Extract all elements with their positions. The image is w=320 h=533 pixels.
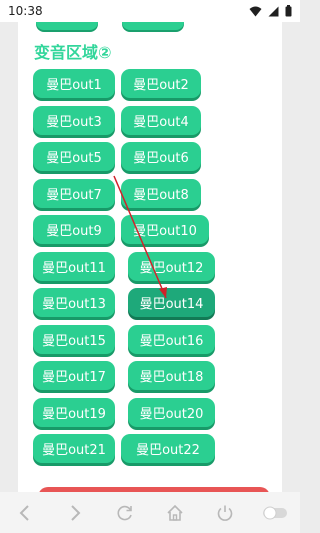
power-icon — [217, 505, 233, 521]
sound-button[interactable]: 曼巴out16 — [128, 325, 215, 354]
sound-button[interactable]: 曼巴out10 — [121, 215, 209, 244]
partial-button[interactable] — [122, 22, 184, 30]
sound-button[interactable]: 曼巴out9 — [33, 215, 115, 244]
sound-button[interactable]: 曼巴out11 — [33, 252, 115, 281]
back-icon — [19, 504, 29, 521]
sound-button[interactable]: 曼巴out19 — [33, 398, 115, 427]
bottom-nav-bar — [0, 492, 300, 533]
sound-button[interactable]: 曼巴out21 — [33, 434, 115, 463]
refresh-button[interactable] — [110, 498, 140, 528]
main-content: 变音区域② 曼巴out1 曼巴out2 曼巴out3 曼巴out4 曼巴out5 曼巴ou… — [18, 22, 282, 492]
status-icons — [249, 5, 292, 17]
forward-icon — [71, 504, 81, 521]
sound-button[interactable]: 曼巴out20 — [128, 398, 215, 427]
sound-button[interactable]: 曼巴out8 — [121, 179, 201, 208]
toggle-icon — [263, 506, 287, 519]
previous-button-row-partial — [36, 22, 184, 30]
sound-button[interactable]: 曼巴out4 — [121, 106, 201, 135]
sound-button[interactable]: 曼巴out2 — [121, 69, 201, 98]
home-button[interactable] — [160, 498, 190, 528]
status-bar: 10:38 — [0, 0, 300, 22]
sound-button[interactable]: 曼巴out14 — [128, 288, 215, 317]
forward-button[interactable] — [60, 498, 90, 528]
partial-button[interactable] — [36, 22, 98, 30]
home-icon — [167, 504, 183, 521]
power-button[interactable] — [210, 498, 240, 528]
sound-button[interactable]: 曼巴out18 — [128, 361, 215, 390]
wifi-icon — [249, 6, 262, 17]
sound-button[interactable]: 曼巴out5 — [33, 142, 115, 171]
sound-button[interactable]: 曼巴out7 — [33, 179, 115, 208]
back-button[interactable] — [10, 498, 40, 528]
sound-button[interactable]: 曼巴out1 — [33, 69, 115, 98]
sound-button[interactable]: 曼巴out6 — [121, 142, 201, 171]
sound-button[interactable]: 曼巴out12 — [128, 252, 215, 281]
refresh-icon — [117, 505, 132, 520]
sound-button[interactable]: 曼巴out13 — [33, 288, 115, 317]
section-title: 变音区域② — [34, 43, 112, 62]
signal-icon — [268, 6, 279, 17]
status-time: 10:38 — [8, 4, 43, 18]
sound-button[interactable]: 曼巴out3 — [33, 106, 115, 135]
sound-button[interactable]: 曼巴out17 — [33, 361, 115, 390]
toggle-button[interactable] — [260, 498, 290, 528]
battery-icon — [285, 5, 292, 17]
sound-button[interactable]: 曼巴out15 — [33, 325, 115, 354]
sound-button[interactable]: 曼巴out22 — [121, 434, 215, 463]
